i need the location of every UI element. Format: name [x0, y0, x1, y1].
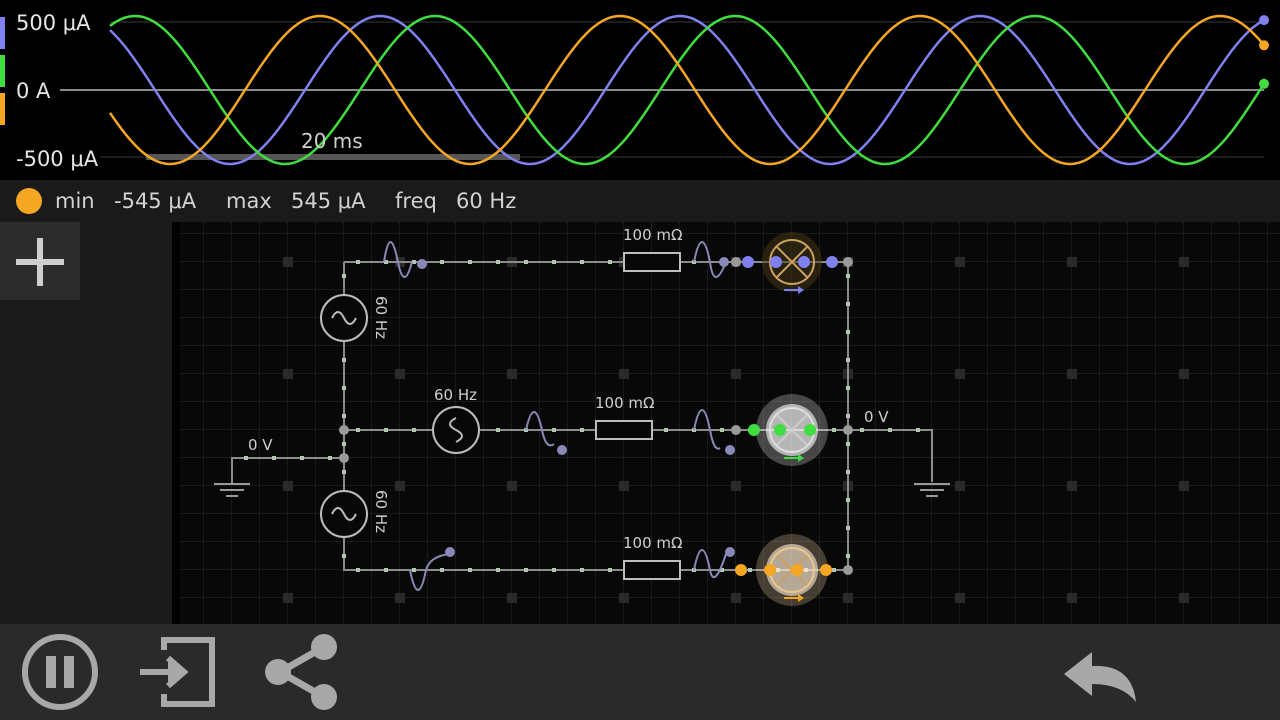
ground-right-label: 0 V — [864, 408, 889, 426]
pause-icon — [22, 634, 98, 710]
freq-label: freq — [395, 189, 437, 213]
selected-series-dot[interactable] — [16, 188, 42, 214]
ground-left-label: 0 V — [248, 436, 273, 454]
circuit-diagram: 0 V 0 V 60 Hz 100 mΩ 100 mΩ 100 mΩ 60 Hz… — [214, 226, 1189, 606]
resistor-mid — [595, 420, 653, 440]
undo-icon — [1064, 652, 1136, 702]
bottom-toolbar — [0, 624, 1280, 720]
freq-value: 60 Hz — [456, 189, 517, 213]
resistor-bottom — [623, 560, 681, 580]
wave-green-end-dot — [1259, 78, 1269, 89]
resistor-bottom-label: 100 mΩ — [623, 534, 682, 552]
source-top-label: 60 Hz — [372, 296, 390, 339]
y-label-zero: 0 A — [16, 79, 51, 103]
resistor-top-label: 100 mΩ — [623, 226, 682, 244]
measurement-bar: min -545 μA max 545 μA freq 60 Hz — [0, 180, 1280, 222]
series-indicator-purple — [0, 17, 5, 49]
ground-right — [914, 483, 950, 497]
source-mid-label: 60 Hz — [434, 386, 477, 404]
oscilloscope-panel[interactable]: 500 μA 0 A -500 μA 20 ms — [0, 0, 1280, 180]
import-button[interactable] — [136, 634, 220, 710]
import-icon — [140, 637, 215, 707]
max-value: 545 μA — [291, 189, 366, 213]
ground-left — [214, 482, 250, 497]
resistor-top — [623, 252, 681, 272]
resistor-mid-label: 100 mΩ — [595, 394, 654, 412]
add-component-button[interactable] — [0, 222, 80, 300]
min-label: min — [55, 189, 95, 213]
y-label-min: -500 μA — [16, 147, 99, 171]
max-label: max — [226, 189, 272, 213]
min-value: -545 μA — [114, 189, 197, 213]
undo-button[interactable] — [1058, 644, 1142, 704]
share-button[interactable] — [260, 634, 340, 710]
share-icon — [265, 634, 337, 710]
circuit-canvas[interactable]: 0 V 0 V 60 Hz 100 mΩ 100 mΩ 100 mΩ 60 Hz… — [180, 222, 1280, 624]
series-indicator-green — [0, 55, 5, 87]
series-indicator-orange — [0, 93, 5, 125]
timebase-label: 20 ms — [301, 129, 363, 153]
pause-button[interactable] — [20, 634, 100, 710]
plus-icon — [16, 238, 64, 286]
waveform-plot — [60, 14, 1269, 166]
wave-orange-end-dot — [1259, 40, 1269, 51]
source-bottom-label: 60 Hz — [372, 490, 390, 533]
y-label-max: 500 μA — [16, 11, 91, 35]
wave-purple-end-dot — [1259, 15, 1269, 26]
